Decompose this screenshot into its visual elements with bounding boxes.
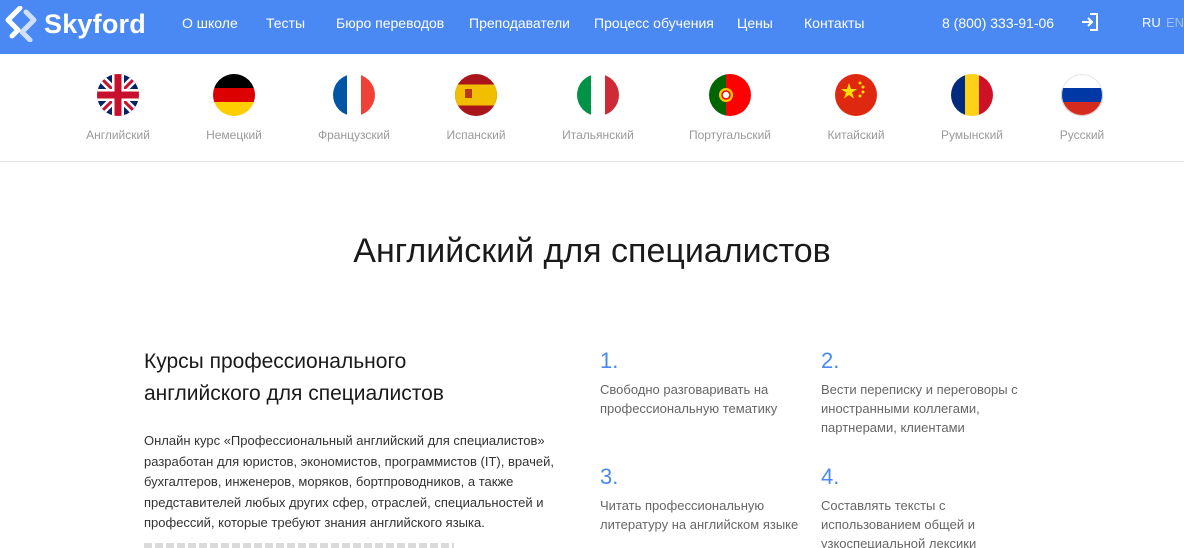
section-description: Онлайн курс «Профессиональный английский…	[144, 431, 564, 534]
language-english[interactable]: Английский	[68, 74, 168, 142]
feature-number: 2.	[821, 348, 840, 373]
language-italian[interactable]: Итальянский	[548, 74, 648, 142]
italy-flag-icon	[577, 74, 619, 116]
logo-text: Skyford	[44, 8, 146, 39]
language-label: Русский	[1059, 128, 1105, 142]
language-chinese[interactable]: Китайский	[806, 74, 906, 142]
language-portuguese[interactable]: Португальский	[680, 74, 780, 142]
language-label: Испанский	[446, 128, 506, 142]
russia-flag-icon	[1061, 74, 1103, 116]
romania-flag-icon	[951, 74, 993, 116]
feature-line: иностранными коллегами,	[821, 401, 980, 416]
spain-flag-icon	[455, 74, 497, 116]
feature-number: 1.	[600, 348, 619, 373]
language-label: Английский	[86, 128, 150, 142]
language-label: Португальский	[688, 128, 772, 142]
feature-item: 1. Свободно разговаривать на профессиона…	[600, 348, 810, 418]
phone-number[interactable]: 8 (800) 333-91-06	[942, 15, 1054, 31]
feature-line: Составлять тексты с	[821, 498, 946, 513]
skyford-logo-icon	[5, 6, 37, 42]
feature-item: 4. Составлять тексты с использованием об…	[821, 464, 1031, 548]
feature-text: Свободно разговаривать на профессиональн…	[600, 380, 810, 418]
language-russian[interactable]: Русский	[1032, 74, 1132, 142]
language-label: Итальянский	[562, 128, 634, 142]
nav-about[interactable]: О школе	[182, 15, 238, 31]
language-label: Немецкий	[206, 128, 262, 142]
feature-line: литературу на английском языке	[600, 517, 799, 532]
feature-text: Составлять тексты с использованием общей…	[821, 496, 1031, 548]
france-flag-icon	[333, 74, 375, 116]
top-navbar: Skyford О школе Тесты Бюро переводов Пре…	[0, 0, 1184, 54]
feature-text: Вести переписку и переговоры с иностранн…	[821, 380, 1031, 437]
nav-contacts[interactable]: Контакты	[804, 15, 864, 31]
description-line: разработан для юристов, экономистов, про…	[144, 453, 554, 469]
feature-number: 4.	[821, 464, 840, 489]
feature-text: Читать профессиональную литературу на ан…	[600, 496, 810, 534]
language-french[interactable]: Французский	[304, 74, 404, 142]
section-heading-line: английского для специалистов	[144, 382, 444, 405]
feature-line: профессиональную тематику	[600, 401, 778, 416]
portugal-flag-icon	[709, 74, 751, 116]
language-romanian[interactable]: Румынский	[922, 74, 1022, 142]
lang-switch-ru[interactable]: RU	[1142, 15, 1161, 30]
feature-line: Читать профессиональную	[600, 498, 765, 513]
nav-prices[interactable]: Цены	[737, 15, 773, 31]
language-label: Китайский	[827, 128, 885, 142]
nav-translation-bureau[interactable]: Бюро переводов	[336, 15, 444, 31]
nav-tests[interactable]: Тесты	[266, 15, 305, 31]
language-german[interactable]: Немецкий	[184, 74, 284, 142]
germany-flag-icon	[213, 74, 255, 116]
feature-line: Вести переписку и переговоры с	[821, 382, 1018, 397]
description-line: бухгалтеров, инженеров, моряков, бортпро…	[144, 474, 514, 489]
nav-learning-process[interactable]: Процесс обучения	[594, 15, 714, 31]
feature-line: партнерами, клиентами	[821, 420, 965, 435]
lang-switch-en[interactable]: EN	[1166, 15, 1184, 30]
description-line: представителей любых других сфер, отрасл…	[144, 494, 544, 510]
section-heading: Курсы профессионального английского для …	[144, 346, 564, 410]
feature-number: 3.	[600, 464, 619, 489]
feature-line: использованием общей и	[821, 517, 975, 532]
nav-teachers[interactable]: Преподаватели	[469, 15, 570, 31]
language-spanish[interactable]: Испанский	[426, 74, 526, 142]
page-title: Английский для специалистов	[353, 232, 831, 270]
language-label: Румынский	[940, 128, 1004, 142]
china-flag-icon	[835, 74, 877, 116]
feature-line: Свободно разговаривать на	[600, 382, 769, 397]
logo[interactable]: Skyford	[4, 6, 146, 42]
description-line: профессий, которые требуют знания англий…	[144, 515, 485, 530]
feature-item: 3. Читать профессиональную литературу на…	[600, 464, 810, 534]
login-icon[interactable]	[1080, 12, 1100, 32]
section-heading-line: Курсы профессионального	[144, 350, 407, 373]
feature-item: 2. Вести переписку и переговоры с иностр…	[821, 348, 1031, 437]
language-label: Французский	[318, 128, 390, 142]
cut-off-text-line	[144, 543, 454, 548]
uk-flag-icon	[97, 74, 139, 116]
language-selector: Английский Немецкий Французский Испански…	[0, 54, 1184, 162]
description-line: Онлайн курс «Профессиональный английский…	[144, 433, 545, 448]
feature-line: узкоспециальной лексики	[821, 536, 977, 548]
